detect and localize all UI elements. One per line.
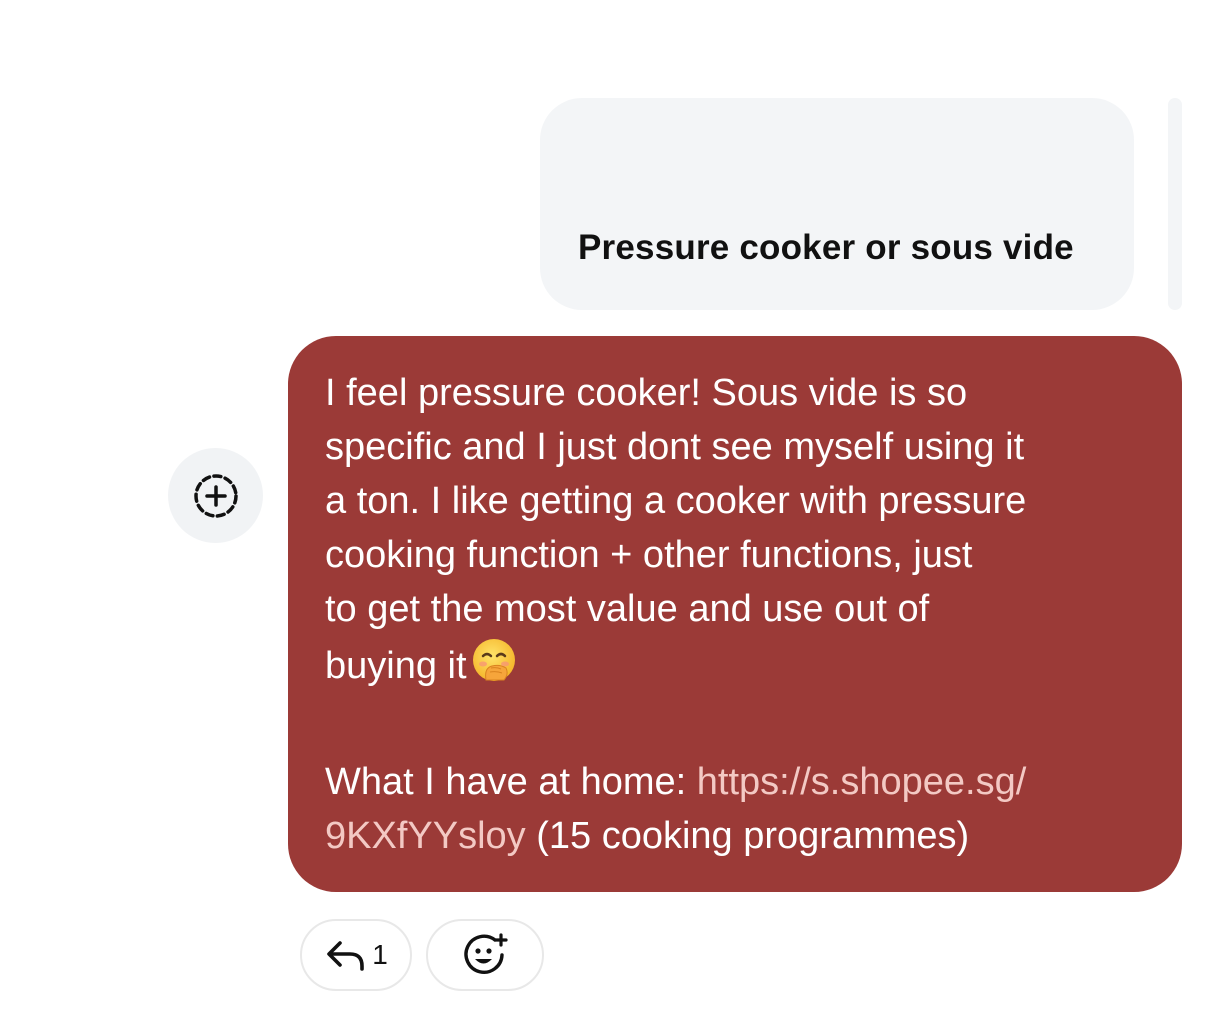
message-line-last: buying it [325, 636, 1146, 701]
add-emoji-icon [464, 933, 508, 974]
face-with-hand-over-mouth-emoji [469, 636, 519, 701]
quoted-message-text: Pressure cooker or sous vide [578, 228, 1074, 267]
message-text: What I have at home: [325, 761, 697, 803]
add-reaction-button[interactable] [426, 919, 544, 991]
quote-indicator-bar [1168, 98, 1182, 310]
message-text: buying it [325, 645, 467, 687]
product-link-part1[interactable]: https://s.shopee.sg/ [697, 761, 1027, 803]
message-line: specific and I just dont see myself usin… [325, 426, 1025, 468]
message-text: (15 cooking programmes) [525, 815, 970, 857]
quoted-message-bubble[interactable]: Pressure cooker or sous vide [540, 98, 1134, 310]
message-line: to get the most value and use out of [325, 588, 930, 630]
reply-arrow-icon [327, 941, 365, 971]
reply-count: 1 [372, 939, 388, 970]
message-bubble[interactable]: I feel pressure cooker! Sous vide is so … [288, 336, 1182, 892]
message-line: cooking function + other functions, just [325, 534, 973, 576]
reply-button[interactable]: 1 [300, 919, 412, 991]
product-link-part2[interactable]: 9KXfYYsloy [325, 815, 526, 857]
message-line: What I have at home: https://s.shopee.sg… [325, 755, 1146, 809]
message-line: I feel pressure cooker! Sous vide is so [325, 372, 968, 414]
add-to-story-button[interactable] [168, 448, 263, 543]
dashed-circle-plus-icon [193, 473, 238, 518]
message-line: a ton. I like getting a cooker with pres… [325, 480, 1027, 522]
message-line: 9KXfYYsloy (15 cooking programmes) [325, 809, 1146, 863]
